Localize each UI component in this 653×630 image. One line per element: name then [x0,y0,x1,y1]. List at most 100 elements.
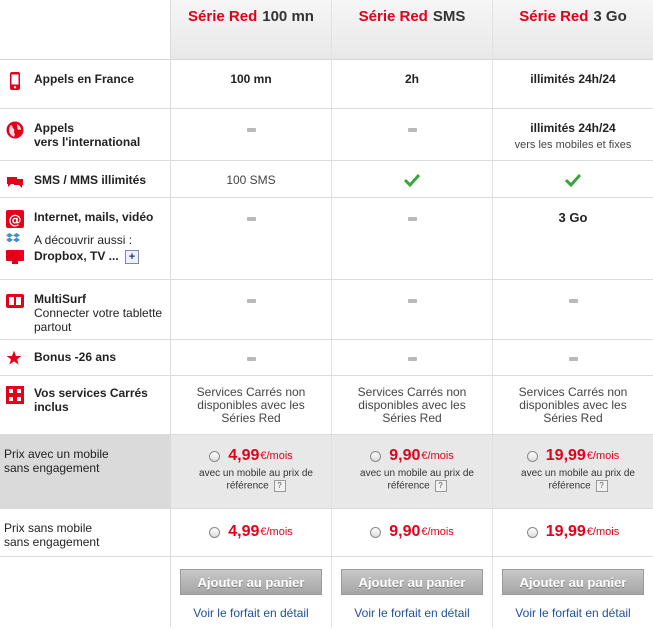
tv-icon [6,250,24,267]
row-label: Appels en France [0,60,171,108]
footer-spacer [0,557,171,627]
cell-note: vers les mobiles et fixes [514,139,632,151]
cell-value: illimités 24h/24 [530,72,616,86]
plan-details-link[interactable]: Voir le forfait en détail [493,606,653,620]
add-to-cart-button[interactable]: Ajouter au panier [180,569,322,595]
not-included-dash [246,217,256,221]
chat-bubbles-icon [6,173,24,191]
cell-value: 3 Go [558,210,588,225]
price-amount: 19,99 [545,523,586,540]
row-label: @ Internet, mails, vidéo A découvrir aus… [0,198,171,279]
plan-header-sms: Série Red SMS [332,0,493,59]
row-bonus: Bonus -26 ans [0,340,653,376]
plan-comparison-table: Série Red 100 mn Série Red SMS Série Red… [0,0,653,630]
price-radio[interactable] [526,526,538,538]
not-included-dash [246,128,256,132]
not-included-dash [568,299,578,303]
row-label-text: Prix avec un mobile [4,447,109,461]
plan-details-link[interactable]: Voir le forfait en détail [171,606,331,620]
row-label-text: Vos services Carrés inclus [34,386,148,414]
row-label-sub: sans engagement [4,535,100,549]
plan-header-100mn: Série Red 100 mn [171,0,332,59]
row-label-text: Bonus -26 ans [34,350,117,364]
help-icon[interactable]: ? [273,480,286,492]
plan-suffix: 100 mn [262,8,314,25]
discover-text: A découvrir aussi : [34,233,133,247]
dropbox-icon [6,233,24,248]
not-included-dash [568,357,578,361]
row-price-without-mobile: Prix sans mobile sans engagement 4,99 €/… [0,509,653,557]
mobile-phone-icon [6,72,24,90]
help-icon[interactable]: ? [595,480,608,492]
row-label-text: MultiSurf [34,292,86,306]
price-amount: 4,99 [228,523,260,540]
price-unit: €/mois [260,526,293,538]
row-label: Vos services Carrés inclus [0,376,171,434]
price-radio[interactable] [526,450,538,462]
help-icon[interactable]: ? [434,480,447,492]
price-amount: 9,90 [389,447,421,464]
price-radio[interactable] [209,450,221,462]
add-to-cart-button[interactable]: Ajouter au panier [341,569,483,595]
row-international: Appels vers l'international illimités 24… [0,109,653,161]
row-appels-france: Appels en France 100 mn 2h illimités 24h… [0,60,653,109]
header-spacer [0,0,171,59]
row-label: Bonus -26 ans [0,340,171,375]
price-note: avec un mobile au prix de référence [360,468,474,492]
price-unit: €/mois [421,526,454,538]
cell-value: 2h [404,72,419,86]
row-label-sub: Connecter votre tablette partout [34,306,163,334]
not-included-dash [246,357,256,361]
row-label-text: Prix sans mobile [4,521,93,535]
price-unit: €/mois [586,526,620,538]
not-included-dash [407,217,417,221]
multisurf-icon [6,292,24,310]
check-icon [564,173,582,190]
price-unit: €/mois [586,450,620,462]
row-services-carres: Vos services Carrés inclus Services Carr… [0,376,653,435]
price-amount: 9,90 [389,523,421,540]
price-radio[interactable] [370,450,382,462]
cell-value: Services Carrés non disponibles avec les… [518,385,628,425]
price-unit: €/mois [260,450,293,462]
square-services-icon [6,386,24,404]
not-included-dash [407,128,417,132]
plan-brand: Série Red [519,8,589,25]
price-radio[interactable] [209,526,221,538]
plan-header-3go: Série Red 3 Go [493,0,653,59]
expand-plus-button[interactable]: + [125,249,140,264]
plan-suffix: SMS [432,8,466,25]
row-label: Prix avec un mobile sans engagement [0,435,171,508]
row-label: Appels vers l'international [0,109,171,160]
row-price-with-mobile: Prix avec un mobile sans engagement 4,99… [0,435,653,509]
cell-value: illimités 24h/24 [530,121,616,135]
cell-value: Services Carrés non disponibles avec les… [196,385,306,425]
cell-value: Services Carrés non disponibles avec les… [357,385,467,425]
not-included-dash [246,299,256,303]
globe-icon [6,121,24,139]
plan-brand: Série Red [358,8,428,25]
star-icon [6,350,24,368]
price-amount: 19,99 [545,447,586,464]
discover-services: Dropbox, TV ... [34,249,119,263]
cell-value: 100 mn [230,72,272,86]
row-label-sub: sans engagement [4,461,100,475]
price-amount: 4,99 [228,447,260,464]
plan-details-link[interactable]: Voir le forfait en détail [332,606,492,620]
add-to-cart-button[interactable]: Ajouter au panier [502,569,644,595]
not-included-dash [407,299,417,303]
svg-text:@: @ [9,213,22,228]
row-label: MultiSurf Connecter votre tablette parto… [0,280,171,339]
at-sign-icon: @ [6,210,24,228]
price-note: avec un mobile au prix de référence [521,468,635,492]
row-label: SMS / MMS illimités [0,161,171,197]
row-multisurf: MultiSurf Connecter votre tablette parto… [0,280,653,340]
not-included-dash [407,357,417,361]
row-label: Prix sans mobile sans engagement [0,509,171,556]
price-unit: €/mois [421,450,454,462]
price-radio[interactable] [370,526,382,538]
row-internet: @ Internet, mails, vidéo A découvrir aus… [0,198,653,280]
row-label-text: Appels [34,121,75,135]
plan-suffix: 3 Go [593,8,627,25]
plan-brand: Série Red [188,8,258,25]
